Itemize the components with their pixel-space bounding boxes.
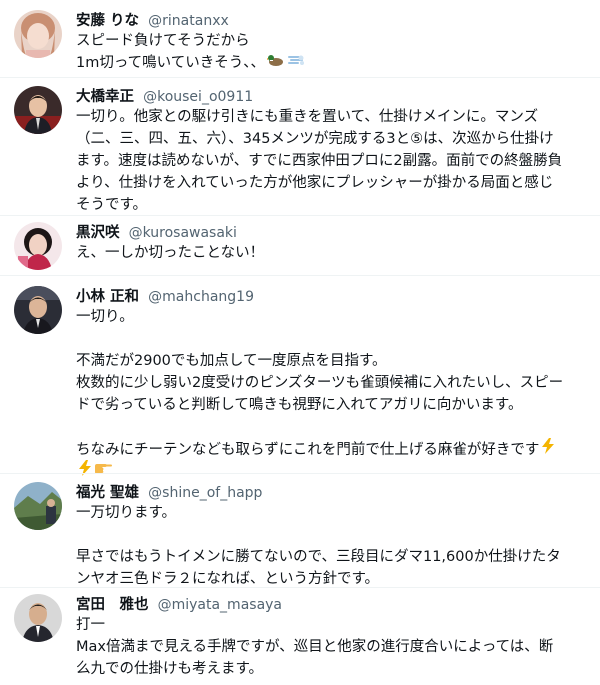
author-name[interactable]: 安藤 りな [76,13,139,29]
lightning-emoji [541,438,555,461]
tweet-feed: 安藤 りな @rinatanxx スピード負けてそうだから 1m切って鳴いていき… [0,0,600,685]
tweet-text-line: ちなみにチーテンなども取らずにこれを門前で仕上げる麻雀が好きです [76,438,586,460]
tweet-text-line: スピード負けてそうだから [76,33,250,49]
tweet-text-line: 枚数的に少し弱い2度受けのピンズターツも雀頭候補に入れたいし、スピー [76,375,564,391]
author-name[interactable]: 小林 正和 [76,289,139,305]
tweet-text-line: 么九での仕掛けも考えます。 [76,661,264,677]
author-name[interactable]: 黒沢咲 [76,225,120,241]
divider [0,215,600,216]
tweet-text-line: ドで劣っていると判断して鳴きも視野に入れてアガリに向かいます。 [76,397,523,413]
lightning-emoji [78,460,92,483]
pointing-hand-emoji [94,460,112,483]
author-name[interactable]: 福光 聖雄 [76,485,139,501]
tweet-text-line: 1m切って鳴いていきそう、、 [76,52,586,74]
tweet-text-line: より、仕掛けを入れていった方が他家にプレッシャーが掛かる局面と感じ [76,175,554,191]
duck-emoji [265,52,285,74]
tweet-text-line: （二、三、四、五、六）、345メンツが完成する3と⑤は、次巡から仕掛け [76,131,554,147]
avatar[interactable] [14,10,62,58]
tweet-text-line: そうです。 [76,197,148,213]
tweet-text-line: Max倍満まで見える手牌ですが、巡目と他家の進行度合いによっては、断 [76,639,554,655]
avatar[interactable] [14,286,62,334]
author-name[interactable]: 宮田 雅也 [76,597,149,613]
tweet-text-line: 一万切ります。 [76,505,177,521]
author-handle[interactable]: @miyata_masaya [158,597,282,613]
author-name[interactable]: 大橋幸正 [76,89,134,105]
tweet-text-line: 一切り。 [76,309,134,325]
tweet-text-line [76,460,586,482]
tweet-text-line: え、一しか切ったことない！ [76,245,265,261]
divider [0,275,600,276]
avatar[interactable] [14,482,62,530]
avatar[interactable] [14,594,62,642]
divider [0,77,600,78]
divider [0,587,600,588]
tweet-text-line: ます。速度は読めないが、すでに西家仲田プロに2副露。面前での終盤勝負 [76,153,563,169]
author-handle[interactable]: @kurosawasaki [129,225,237,241]
dash-emoji [287,52,305,74]
tweet-text-line: 不満だが2900でも加点して一度原点を目指す。 [76,353,387,369]
author-handle[interactable]: @shine_of_happ [148,485,262,501]
tweet-text-line: 早さではもうトイメンに勝てないので、三段目にダマ11,600か仕掛けたタ [76,549,561,565]
divider [0,473,600,474]
author-handle[interactable]: @rinatanxx [148,13,229,29]
avatar[interactable] [14,86,62,134]
avatar[interactable] [14,222,62,270]
author-handle[interactable]: @mahchang19 [148,289,254,305]
tweet-text-line: 打一 [76,617,105,633]
author-handle[interactable]: @kousei_o0911 [143,89,253,105]
tweet-text-line: 一切り。他家との駆け引きにも重きを置いて、仕掛けメインに。マンズ [76,109,539,125]
